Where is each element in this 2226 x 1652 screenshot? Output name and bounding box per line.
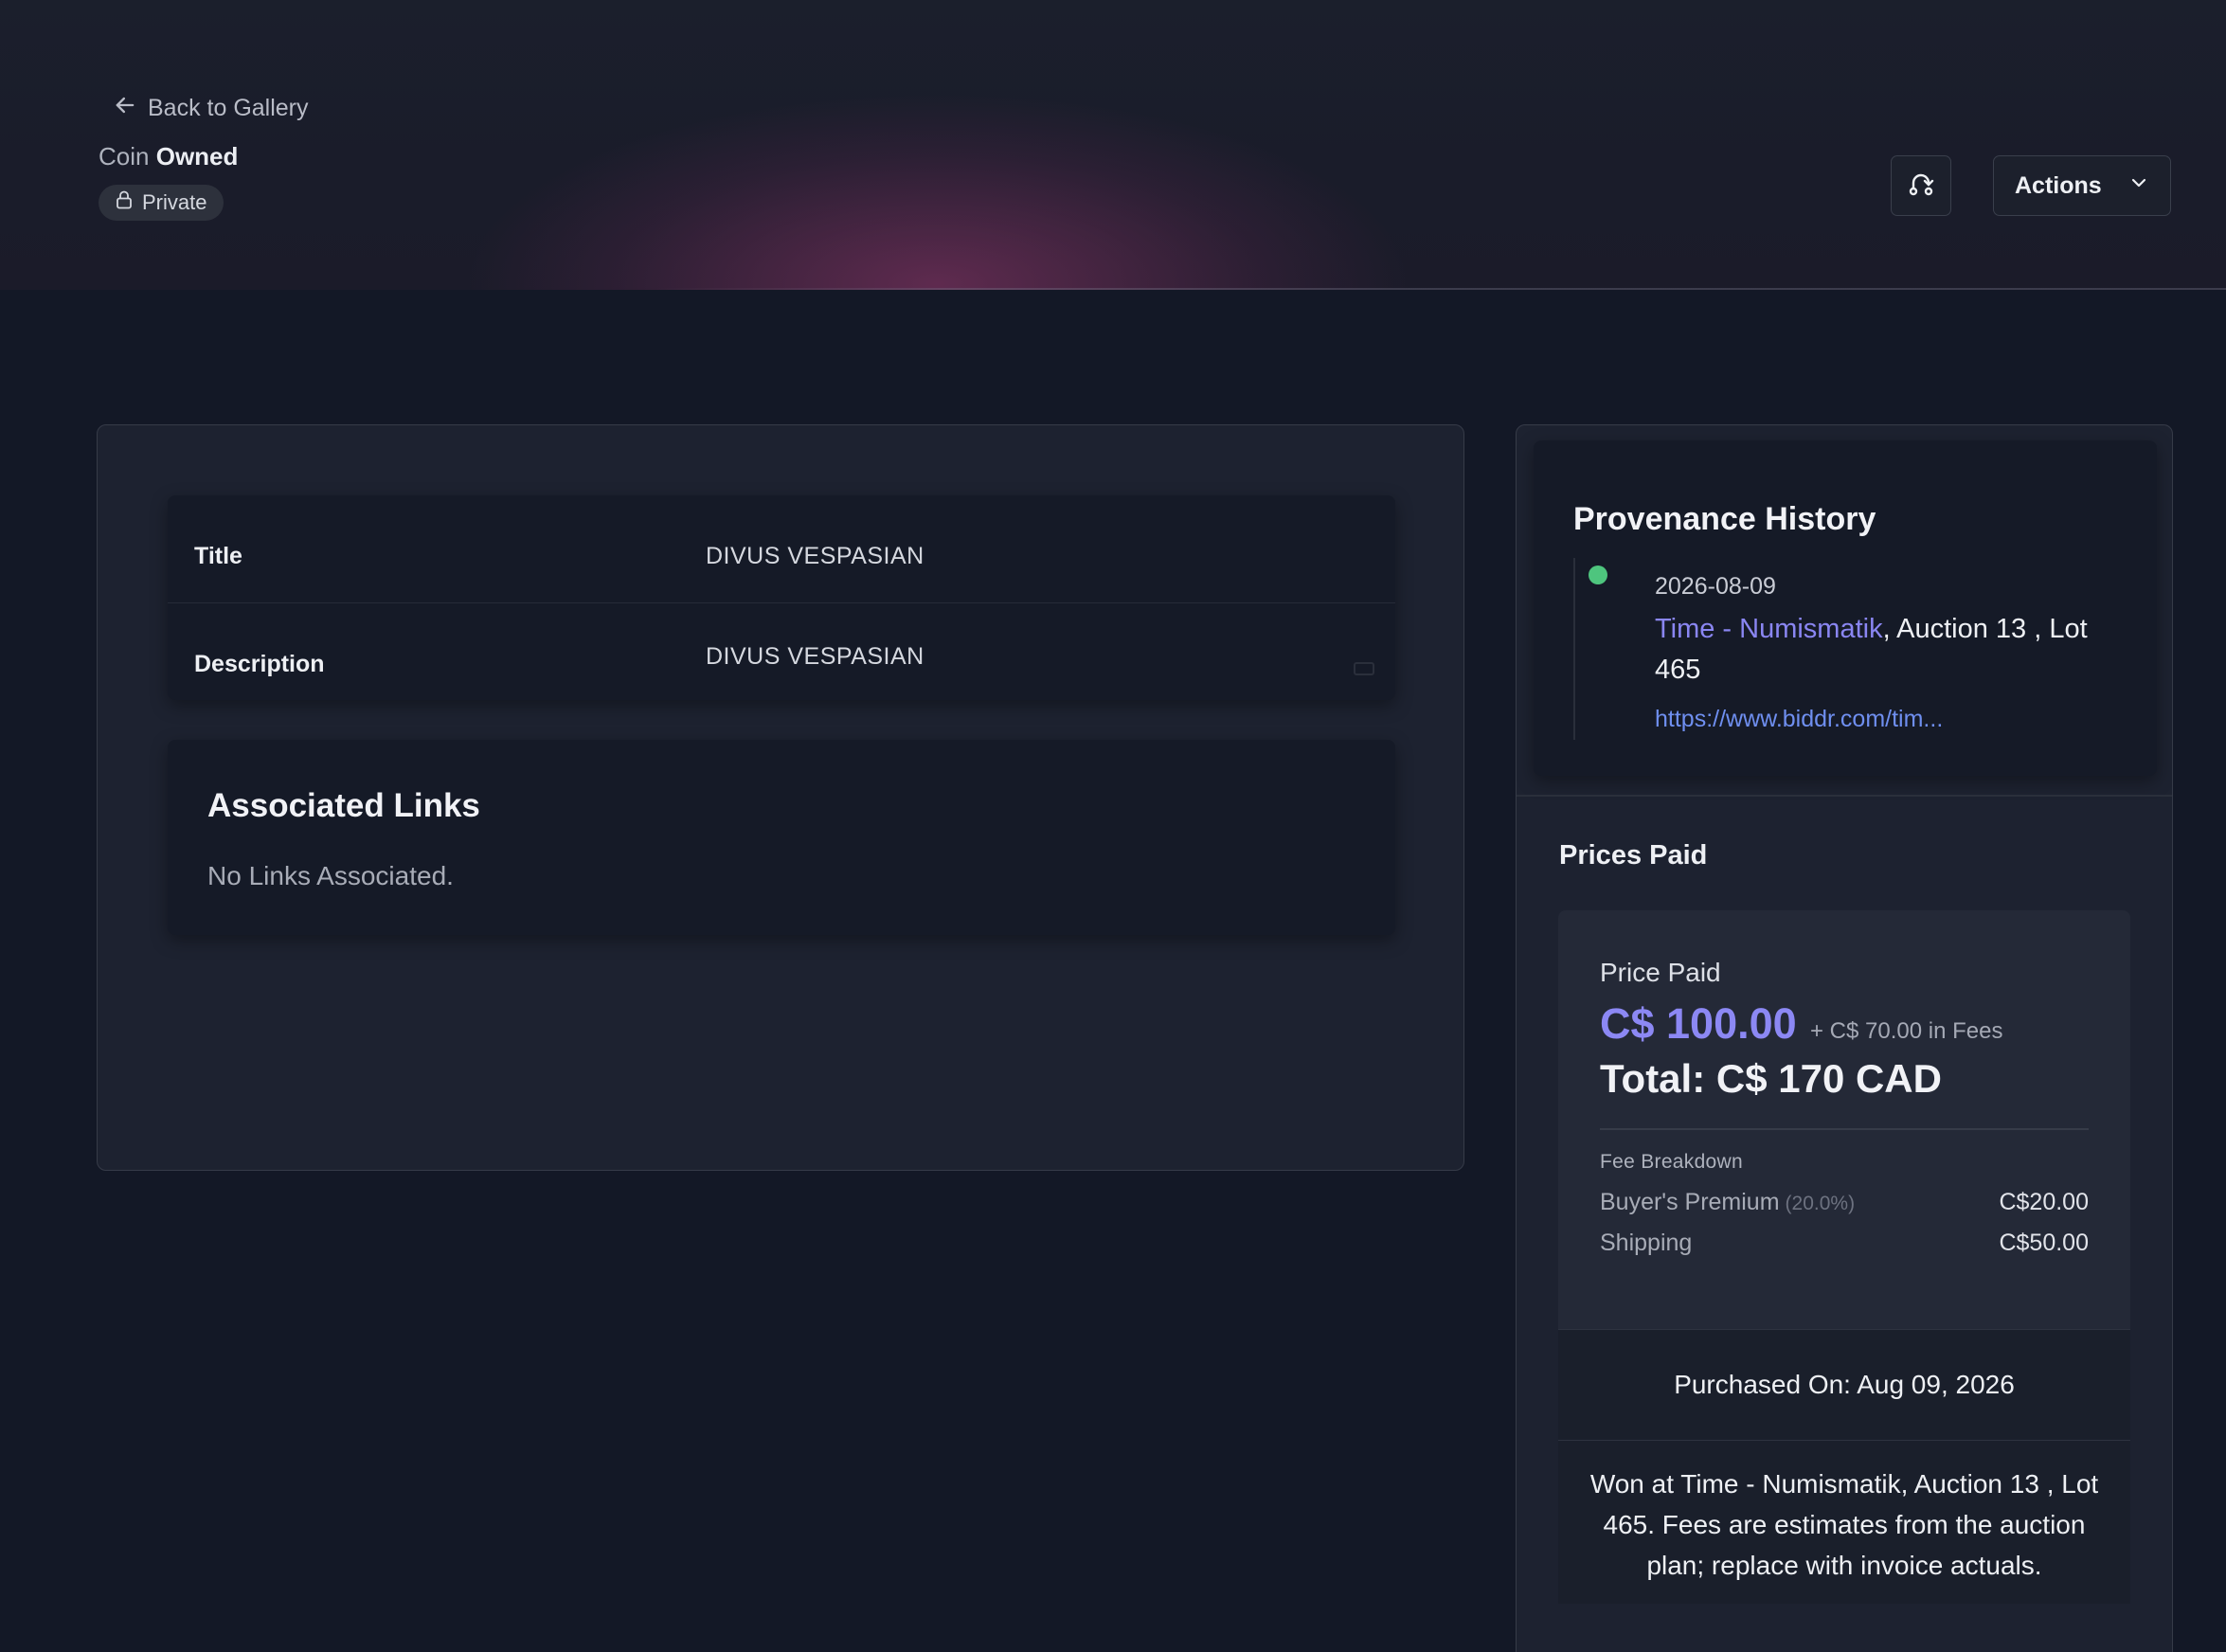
fee-row: Shipping C$50.00 — [1600, 1230, 2089, 1262]
auction-house-link[interactable]: Time - Numismatik — [1655, 614, 1883, 644]
fee-name: Shipping — [1600, 1230, 1692, 1257]
details-table: Title DIVUS VESPASIAN Description DIVUS … — [168, 495, 1395, 700]
fee-name-text: Shipping — [1600, 1230, 1693, 1256]
description-row: Description DIVUS VESPASIAN — [168, 603, 1395, 700]
price-total: Total: C$ 170 CAD — [1600, 1056, 1942, 1101]
links-empty-text: No Links Associated. — [207, 861, 454, 890]
share-button[interactable] — [1891, 155, 1951, 216]
timeline-dot — [1589, 566, 1607, 584]
price-divider — [1600, 1128, 2089, 1130]
description-label: Description — [194, 651, 325, 677]
coin-details-panel: Title DIVUS VESPASIAN Description DIVUS … — [97, 424, 1464, 1171]
fee-name-text: Buyer's Premium — [1600, 1189, 1780, 1215]
chevron-down-icon — [2128, 172, 2149, 200]
back-to-gallery-link[interactable]: Back to Gallery — [112, 91, 309, 125]
section-divider — [1517, 795, 2172, 797]
fee-row: Buyer's Premium (20.0%) C$20.00 — [1600, 1189, 2089, 1221]
fee-percent: (20.0%) — [1785, 1193, 1856, 1214]
visibility-label: Private — [142, 190, 207, 214]
lock-icon — [116, 190, 133, 215]
header-banner — [0, 0, 2226, 290]
visibility-badge: Private — [99, 185, 224, 221]
provenance-heading: Provenance History — [1573, 501, 1876, 537]
back-link-label: Back to Gallery — [148, 94, 309, 121]
purchased-on: Purchased On: Aug 09, 2026 — [1558, 1329, 2130, 1441]
fee-amount: C$20.00 — [1999, 1189, 2089, 1215]
provenance-card: Provenance History 2026-08-09 Time - Num… — [1534, 440, 2157, 776]
fee-name: Buyer's Premium (20.0%) — [1600, 1189, 1855, 1216]
price-amount: C$ 100.00 — [1600, 999, 1797, 1048]
title-label: Title — [194, 543, 242, 569]
fee-amount: C$50.00 — [1999, 1230, 2089, 1256]
item-type-status: Coin Owned — [99, 142, 238, 171]
actions-label: Actions — [2015, 171, 2102, 199]
associated-links-card: Associated Links No Links Associated. — [168, 740, 1395, 935]
share-icon — [1905, 168, 1937, 205]
item-type: Coin — [99, 142, 150, 171]
provenance-prices-panel: Provenance History 2026-08-09 Time - Num… — [1516, 424, 2173, 1652]
links-heading: Associated Links — [207, 787, 480, 824]
item-status: Owned — [155, 142, 239, 171]
price-paid-card: Price Paid C$ 100.00 + C$ 70.00 in Fees … — [1558, 910, 2130, 1604]
prices-heading: Prices Paid — [1559, 840, 1708, 871]
title-value: DIVUS VESPASIAN — [706, 543, 925, 569]
price-paid-label: Price Paid — [1600, 958, 1721, 987]
provenance-date: 2026-08-09 — [1655, 573, 1776, 600]
description-value: DIVUS VESPASIAN — [706, 643, 925, 670]
provenance-entry: Time - Numismatik, Auction 13 , Lot 465 — [1655, 609, 2128, 691]
resize-handle-icon[interactable] — [1354, 662, 1374, 675]
header-divider — [654, 288, 2226, 290]
fee-breakdown-title: Fee Breakdown — [1600, 1151, 1743, 1173]
purchase-note: Won at Time - Numismatik, Auction 13 , L… — [1558, 1441, 2130, 1604]
arrow-left-icon — [112, 92, 138, 125]
timeline-line — [1573, 558, 1575, 740]
provenance-url-link[interactable]: https://www.biddr.com/tim... — [1655, 706, 1943, 733]
actions-dropdown-button[interactable]: Actions — [1993, 155, 2171, 216]
title-row: Title DIVUS VESPASIAN — [168, 495, 1395, 603]
fees-summary: + C$ 70.00 in Fees — [1810, 1018, 2003, 1044]
